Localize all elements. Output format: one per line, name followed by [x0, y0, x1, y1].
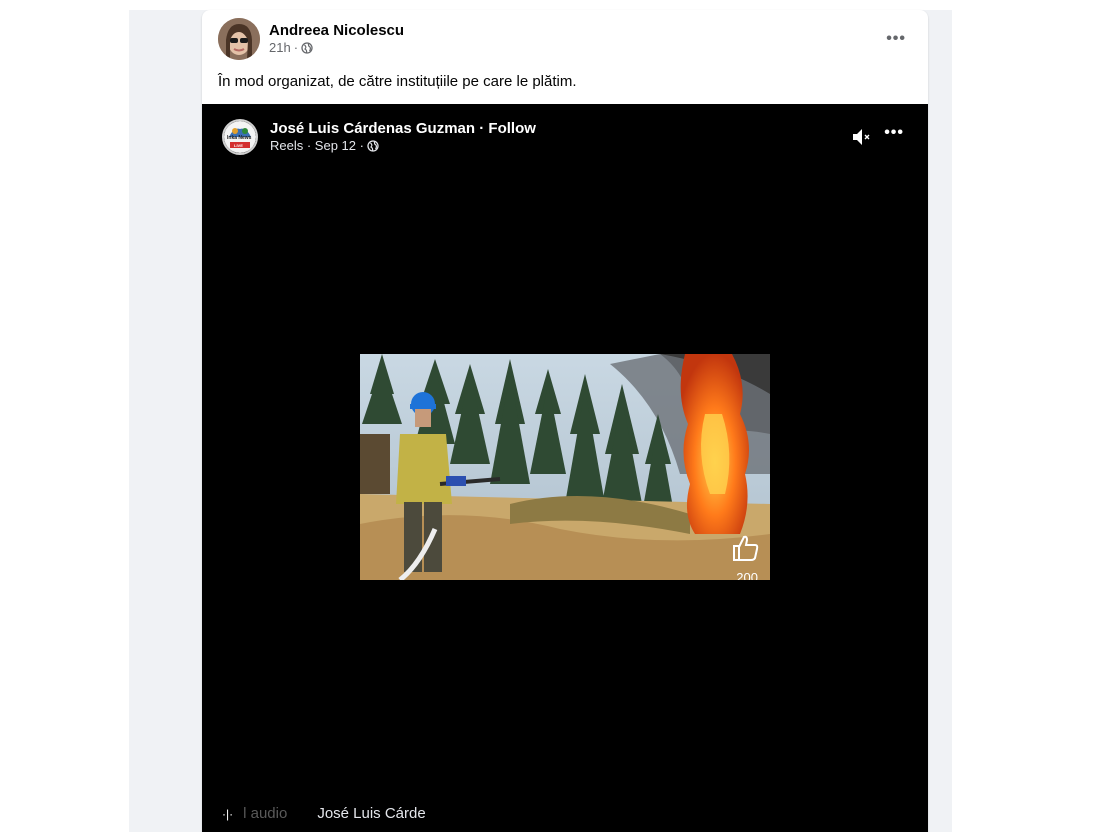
shared-avatar[interactable]: Inka News LIVE — [222, 119, 258, 155]
audio-artist[interactable]: José Luis Cárde — [317, 805, 425, 822]
speaker-muted-icon — [853, 129, 870, 145]
mute-button[interactable] — [852, 128, 874, 151]
shared-post-header: Inka News LIVE José Luis Cárdenas Guzman… — [222, 119, 536, 155]
author-name[interactable]: Andreea Nicolescu — [269, 22, 404, 40]
like-count: 200 — [736, 570, 758, 580]
thumbs-up-icon — [733, 535, 759, 561]
shared-author-name[interactable]: José Luis Cárdenas Guzman — [270, 120, 475, 137]
video-more-button[interactable]: ••• — [884, 124, 904, 142]
more-horizontal-icon: ••• — [884, 124, 904, 141]
audio-bar[interactable]: ·|· l audio José Luis Cárde — [222, 805, 426, 822]
post-meta: 21h · — [269, 40, 404, 56]
video-frame[interactable]: 200 — [360, 354, 770, 580]
more-horizontal-icon: ••• — [886, 30, 906, 47]
globe-icon — [301, 42, 313, 54]
avatar[interactable] — [218, 18, 260, 60]
audio-label[interactable]: l audio — [243, 805, 287, 822]
post-more-button[interactable]: ••• — [886, 30, 906, 48]
post-time[interactable]: 21h — [269, 40, 291, 56]
shared-meta: Reels · Sep 12 · — [270, 138, 364, 153]
post-card: Andreea Nicolescu 21h · ••• În mod organ… — [202, 10, 928, 832]
avatar-text: Inka News — [227, 135, 252, 141]
video-player[interactable]: Inka News LIVE José Luis Cárdenas Guzman… — [202, 104, 928, 832]
post-text: În mod organizat, de către instituțiile … — [218, 73, 577, 90]
audio-wave-icon: ·|· — [222, 806, 234, 821]
live-badge: LIVE — [234, 143, 243, 148]
follow-link[interactable]: Follow — [488, 120, 536, 137]
like-button[interactable] — [730, 533, 760, 568]
globe-icon — [367, 140, 379, 152]
meta-separator: · — [293, 40, 299, 55]
post-header: Andreea Nicolescu 21h · — [218, 18, 404, 60]
